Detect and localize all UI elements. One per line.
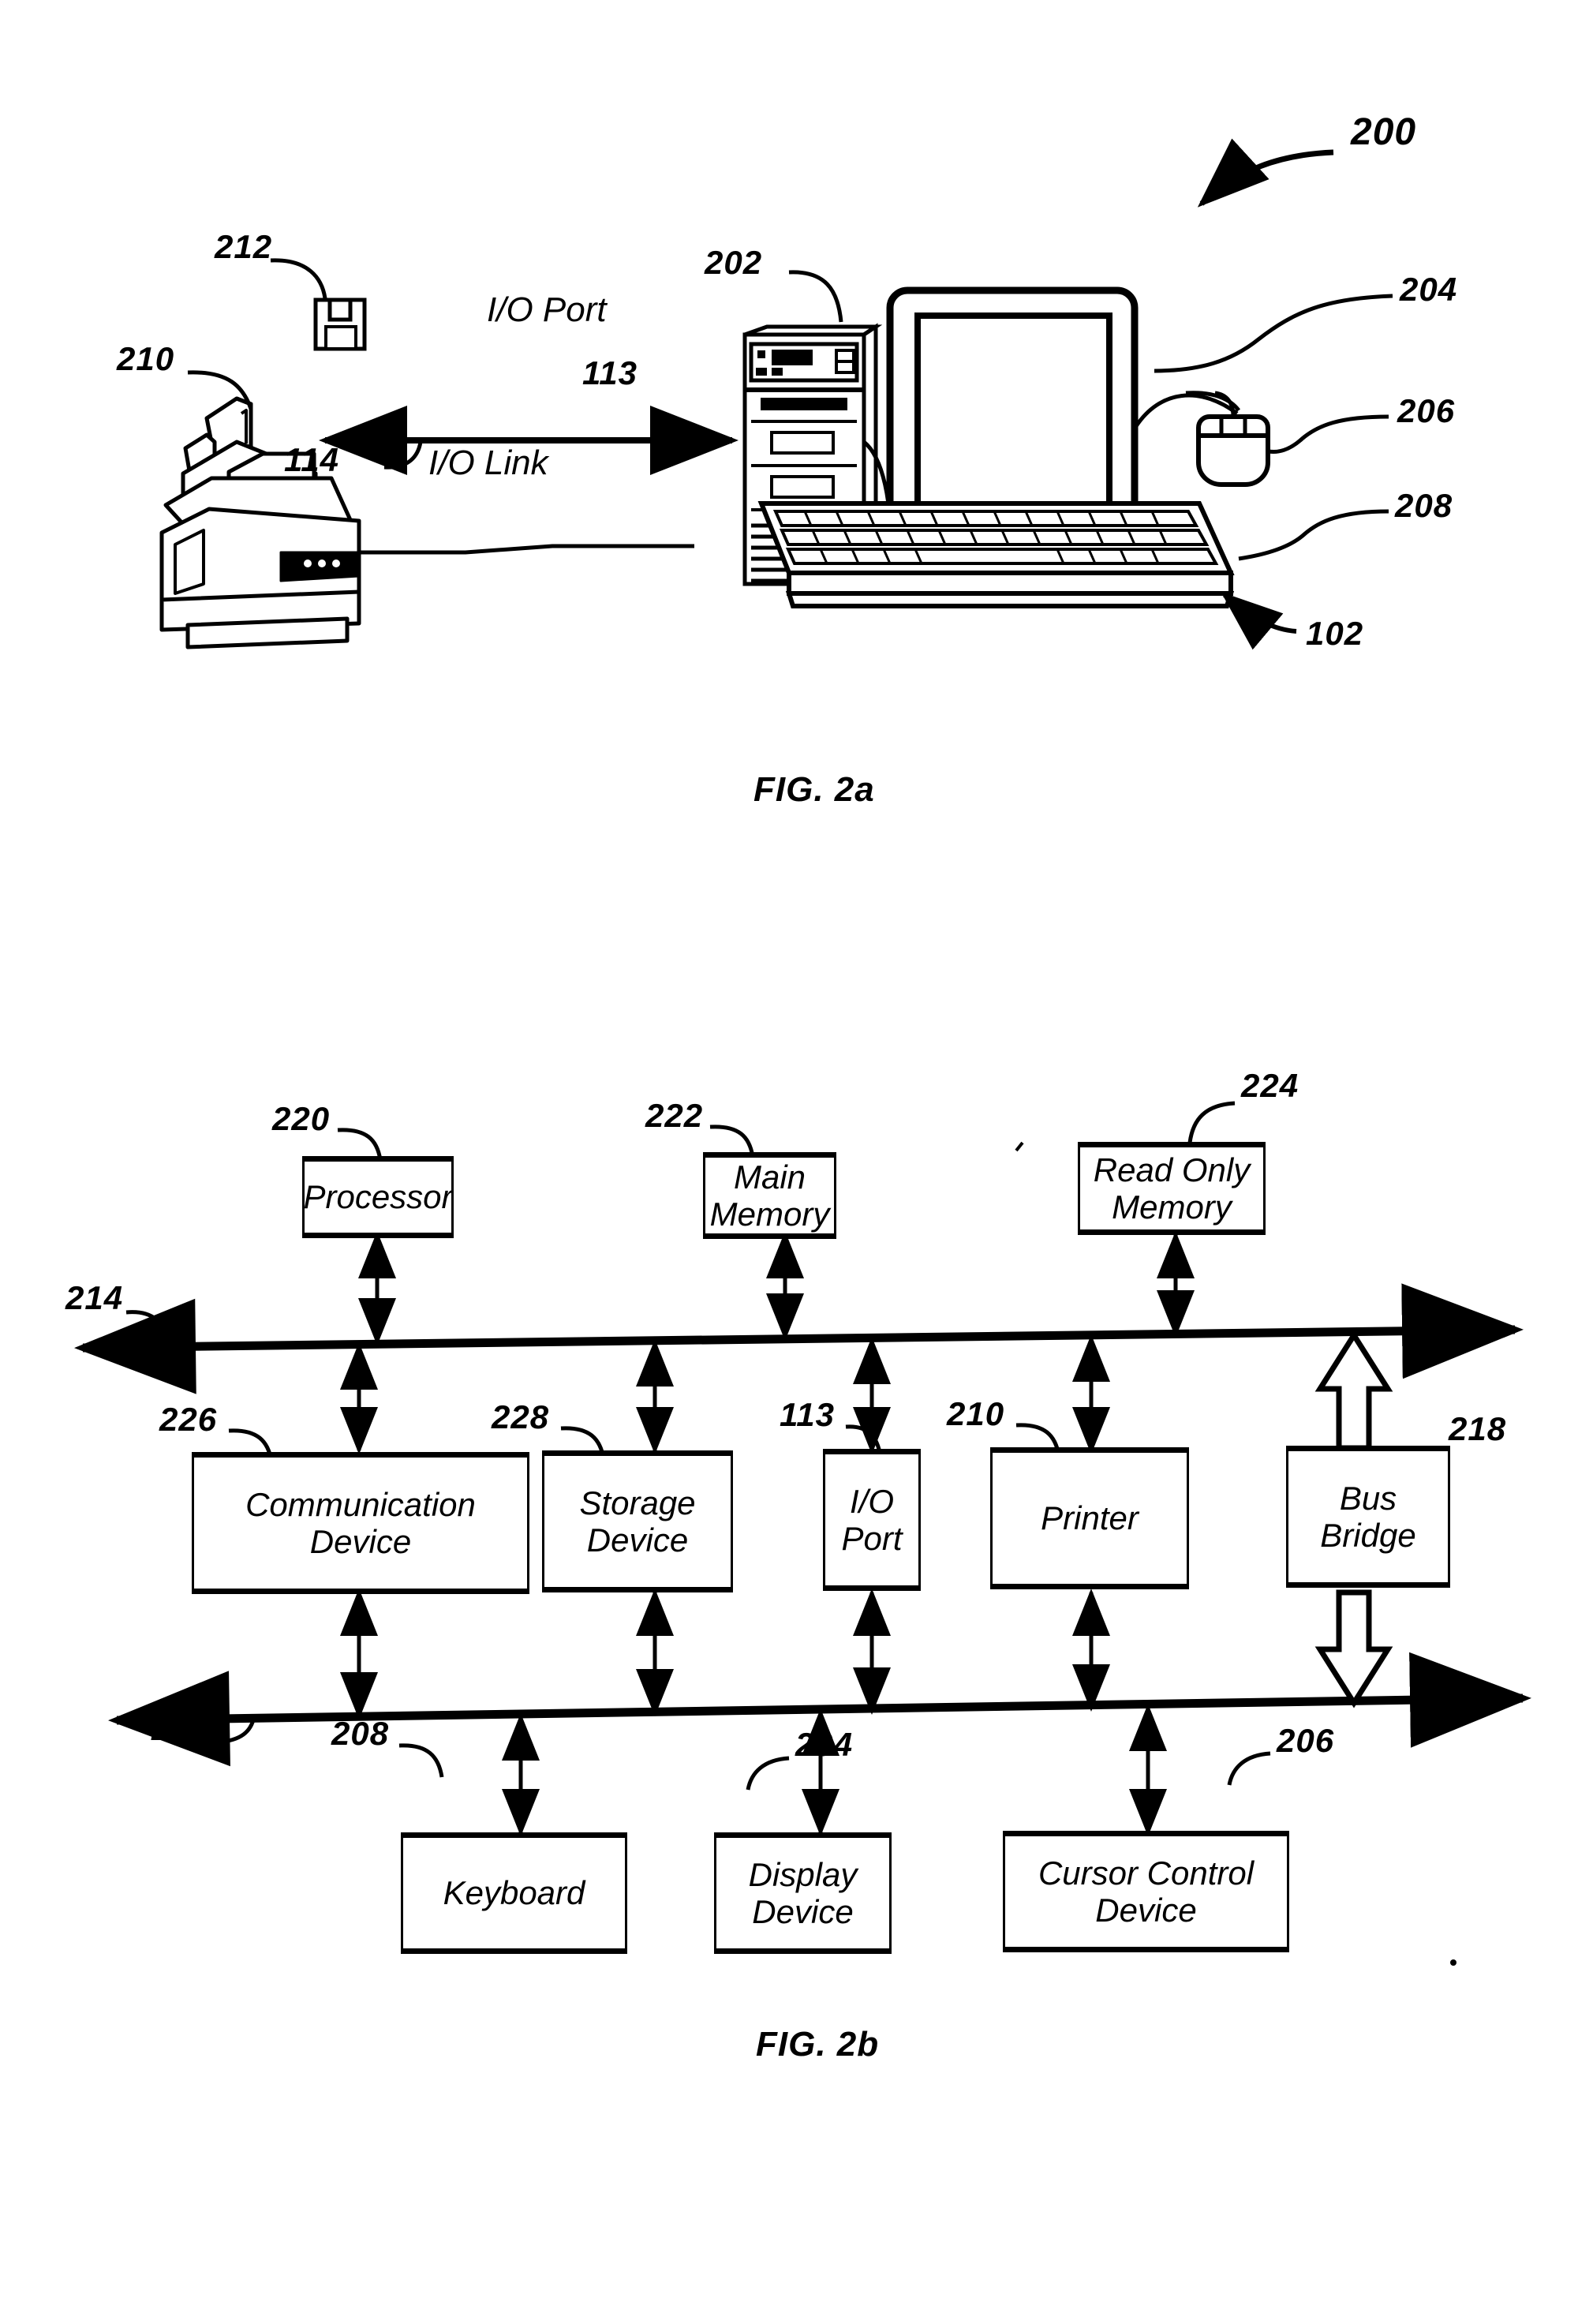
block-processor-label-line1: Processor xyxy=(303,1178,453,1216)
block-io-port-label-line1: I/O xyxy=(849,1482,894,1520)
block-io-port-label-line2: Port xyxy=(841,1520,903,1557)
block-rom-label-line1: Read Only xyxy=(1093,1151,1251,1188)
lead-line-212 xyxy=(270,258,327,299)
lead-line-114 xyxy=(383,441,423,470)
lead-line-204 xyxy=(1154,294,1393,373)
ref-208: 208 xyxy=(1395,487,1453,524)
block-storage-device-label-line2: Device xyxy=(586,1521,689,1559)
ref-216: 216 xyxy=(151,1710,210,1747)
block-storage-device[interactable]: Storage Device xyxy=(542,1450,733,1592)
block-io-port[interactable]: I/O Port xyxy=(823,1449,921,1591)
ref-224: 224 xyxy=(1241,1067,1299,1104)
ref-204-block: 204 xyxy=(795,1726,854,1763)
block-cursor-control-label-line1: Cursor Control xyxy=(1038,1854,1255,1892)
ref-208-block: 208 xyxy=(331,1715,390,1752)
block-display-device-label-line2: Device xyxy=(752,1893,854,1930)
printer-illustration xyxy=(159,396,361,649)
block-communication-device[interactable]: Communication Device xyxy=(192,1452,529,1594)
lead-line-204b xyxy=(746,1756,790,1791)
block-main-memory-label-line2: Memory xyxy=(709,1196,830,1233)
block-main-memory-label-line1: Main xyxy=(733,1158,806,1196)
mouse-illustration xyxy=(1134,391,1270,487)
ref-220: 220 xyxy=(272,1100,331,1137)
block-printer[interactable]: Printer xyxy=(990,1447,1189,1589)
ref-226: 226 xyxy=(159,1401,218,1438)
block-rom-label-line2: Memory xyxy=(1112,1188,1232,1226)
lead-line-206b xyxy=(1227,1751,1271,1786)
floppy-disk-icon xyxy=(313,298,367,351)
ref-212: 212 xyxy=(215,228,273,265)
ref-210: 210 xyxy=(117,340,175,377)
lead-line-200 xyxy=(1197,138,1334,208)
ref-218: 218 xyxy=(1449,1410,1507,1447)
lead-line-202 xyxy=(788,270,843,323)
lead-line-208b xyxy=(398,1743,444,1778)
block-processor[interactable]: Processor xyxy=(302,1156,454,1238)
stray-dot-mark xyxy=(1450,1959,1456,1966)
ref-102: 102 xyxy=(1306,615,1364,652)
block-keyboard[interactable]: Keyboard xyxy=(401,1832,627,1954)
ref-214: 214 xyxy=(65,1279,124,1316)
block-cursor-control-device[interactable]: Cursor Control Device xyxy=(1003,1831,1289,1952)
io-port-annotation: I/O Port xyxy=(487,290,607,329)
bus-line-214 xyxy=(74,1283,1524,1394)
block-display-device[interactable]: Display Device xyxy=(714,1832,892,1954)
lead-line-214 xyxy=(125,1310,170,1342)
block-printer-label-line1: Printer xyxy=(1041,1499,1139,1537)
block-cursor-control-label-line2: Device xyxy=(1095,1892,1197,1929)
block-comm-device-label-line2: Device xyxy=(309,1523,412,1560)
printer-cable xyxy=(359,544,694,555)
ref-202: 202 xyxy=(705,244,763,281)
io-link-annotation: I/O Link xyxy=(428,443,548,482)
fig2a-group xyxy=(159,138,1393,650)
bus-bridge-up-arrow xyxy=(1314,1330,1393,1451)
ref-206-block: 206 xyxy=(1277,1722,1335,1759)
block-keyboard-label-line1: Keyboard xyxy=(443,1874,585,1912)
stray-tick-mark xyxy=(1015,1141,1024,1152)
block-comm-device-label-line1: Communication xyxy=(245,1485,476,1523)
ref-210-block: 210 xyxy=(947,1395,1005,1432)
keyboard-illustration xyxy=(757,501,1235,608)
ref-204: 204 xyxy=(1400,271,1458,308)
ref-200: 200 xyxy=(1351,111,1417,153)
ref-113: 113 xyxy=(582,354,638,391)
lead-line-102 xyxy=(1221,592,1297,650)
lead-line-224 xyxy=(1187,1101,1236,1143)
block-storage-device-label-line1: Storage xyxy=(579,1484,696,1521)
bus-bridge-down-arrow xyxy=(1314,1589,1393,1708)
block-display-device-label-line1: Display xyxy=(748,1855,858,1893)
fig2b-caption: FIG. 2b xyxy=(756,2025,880,2064)
block-bus-bridge-label-line1: Bus xyxy=(1339,1479,1397,1517)
block-bus-bridge[interactable]: Bus Bridge xyxy=(1286,1446,1450,1588)
ref-113-block: 113 xyxy=(780,1396,835,1433)
block-main-memory[interactable]: Main Memory xyxy=(703,1152,836,1239)
block-read-only-memory[interactable]: Read Only Memory xyxy=(1078,1142,1266,1235)
ref-206: 206 xyxy=(1397,392,1456,429)
fig2a-caption: FIG. 2a xyxy=(753,770,875,809)
lead-line-206 xyxy=(1268,414,1389,454)
ref-114: 114 xyxy=(284,441,339,478)
ref-228: 228 xyxy=(492,1398,550,1435)
block-bus-bridge-label-line2: Bridge xyxy=(1320,1517,1416,1554)
patent-drawing-sheet: 200 212 210 I/O Port 113 114 I/O Link 20… xyxy=(0,0,1578,2324)
ref-222: 222 xyxy=(645,1097,704,1134)
lead-line-208 xyxy=(1238,509,1389,561)
